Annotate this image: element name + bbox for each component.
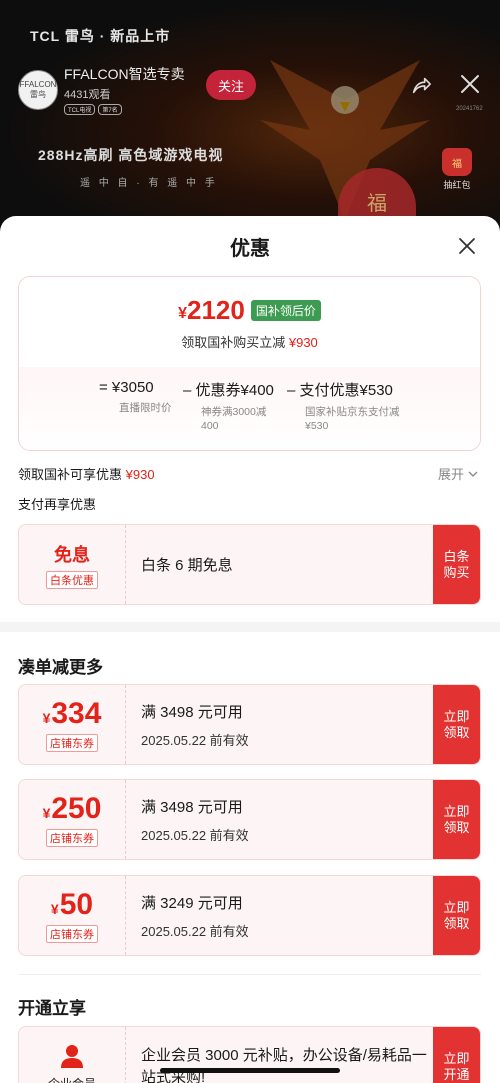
price-summary-card: ¥ 2120 国补领后价 领取国补购买立减 ¥930 = ¥3050 直播限时价… (18, 276, 481, 451)
coupon-tag: 店铺东券 (46, 828, 98, 847)
final-price: 2120 (187, 295, 245, 325)
person-icon (61, 1045, 83, 1068)
redpacket-icon: 福 (442, 148, 472, 176)
coupon-value: 250 (51, 791, 102, 825)
reduce-label: 领取国补购买立减 (181, 335, 286, 350)
reduce-value: ¥930 (288, 335, 318, 350)
coupon-date: 2025.05.22 前有效 (141, 732, 249, 748)
share-icon[interactable] (410, 74, 432, 96)
enterprise-desc: 企业会员 3000 元补贴，办公设备/易耗品一站式采购! (141, 1047, 427, 1083)
coupon-currency: ¥ (50, 900, 59, 917)
coupon-value: 50 (59, 887, 94, 921)
avatar[interactable]: FFALCON 雷鸟 (18, 69, 58, 110)
subsidy-value: ¥930 (125, 467, 155, 482)
sheet-title: 优惠 (230, 238, 270, 260)
price-breakdown: = ¥3050 直播限时价 – 优惠券¥400 神券满3000减400 – 支付… (19, 367, 480, 450)
breakdown-note: 国家补贴京东支付减¥530 (305, 406, 400, 432)
coupon-amount: ¥ 334 (42, 696, 102, 730)
claim-coupon-button[interactable]: 立即领取 (433, 876, 480, 955)
stream-slogan: 288Hz高刷 高色域游戏电视 (38, 147, 224, 163)
coupon-card: ¥ 50 店铺东券 满 3249 元可用 2025.05.22 前有效 立即领取 (18, 875, 481, 956)
claim-coupon-button[interactable]: 立即领取 (433, 780, 480, 859)
breakdown-note: 神券满3000减400 (201, 406, 267, 432)
baitiao-buy-button[interactable]: 白条购买 (433, 525, 480, 604)
coupon-amount: ¥ 50 (50, 887, 94, 921)
host-tag: 第7名 (98, 104, 122, 115)
coupon-tag: 店铺东券 (46, 733, 98, 752)
redpacket-widget[interactable]: 福 抽红包 (440, 148, 474, 191)
coupon-card: ¥ 334 店铺东券 满 3498 元可用 2025.05.22 前有效 立即领… (18, 684, 481, 765)
breakdown-main: – 支付优惠¥530 (287, 382, 393, 399)
breakdown-item: – 支付优惠¥530 国家补贴京东支付减¥530 (287, 379, 477, 433)
host-info[interactable]: FFALCON 雷鸟 FFALCON智选专卖 4431观看 TCL电视 第7名 (18, 64, 185, 115)
avatar-line2: 雷鸟 (30, 89, 46, 99)
coupon-condition: 满 3249 元可用 (141, 894, 243, 912)
host-tag: TCL电视 (64, 104, 96, 115)
coupon-card: ¥ 250 店铺东券 满 3498 元可用 2025.05.22 前有效 立即领… (18, 779, 481, 860)
coupon-value: 334 (51, 696, 102, 730)
stream-id-text: 20241762 (456, 106, 483, 112)
avatar-line1: FFALCON (19, 79, 57, 89)
coupon-date: 2025.05.22 前有效 (141, 827, 249, 843)
redpacket-label: 抽红包 (443, 180, 471, 190)
close-icon[interactable] (458, 72, 482, 96)
enterprise-label: 企业会员 (48, 1075, 96, 1083)
subsidy-line: 领取国补可享优惠 ¥930 (18, 464, 155, 483)
coupon-currency: ¥ (42, 709, 51, 726)
stream-sub-slogan: 遥 中 自 · 有 遥 中 手 (80, 178, 218, 189)
coupon-tag: 店铺东券 (46, 924, 98, 943)
close-icon[interactable] (457, 236, 477, 256)
discount-sheet: 优惠 ¥ 2120 国补领后价 领取国补购买立减 ¥930 = ¥3050 直播… (0, 216, 500, 1083)
price-badge: 国补领后价 (250, 300, 321, 321)
claim-coupon-button[interactable]: 立即领取 (433, 685, 480, 764)
section-divider (0, 622, 500, 632)
live-stream-background: TCL 雷鸟 · 新品上市 FFALCON 雷鸟 FFALCON智选专卖 443… (0, 0, 500, 240)
enterprise-card: 企业会员 企业会员 3000 元补贴，办公设备/易耗品一站式采购! 立即开通 (18, 1026, 481, 1083)
home-indicator (160, 1068, 340, 1073)
breakdown-item: – 优惠券¥400 神券满3000减400 (183, 379, 303, 433)
divider (18, 974, 481, 975)
pay-label: 支付再享优惠 (18, 497, 97, 512)
coupon-amount: ¥ 250 (42, 791, 102, 825)
more-section-title: 凑单减更多 (18, 658, 103, 677)
price-currency: ¥ (178, 304, 188, 322)
coupon-currency: ¥ (42, 804, 51, 821)
coupon-condition: 满 3498 元可用 (141, 703, 243, 721)
host-name: FFALCON智选专卖 (64, 66, 185, 82)
coupon-date: 2025.05.22 前有效 (141, 923, 249, 939)
coupon-condition: 满 3498 元可用 (141, 798, 243, 816)
baitiao-tag: 白条优惠 (46, 570, 98, 589)
chevron-down-icon (468, 471, 478, 477)
reduce-line: 领取国补购买立减 ¥930 (19, 332, 480, 351)
open-membership-button[interactable]: 立即开通 (433, 1027, 480, 1083)
follow-button[interactable]: 关注 (206, 70, 256, 100)
open-section-title: 开通立享 (18, 999, 86, 1018)
baitiao-card: 免息 白条优惠 白条 6 期免息 白条购买 (18, 524, 481, 605)
baitiao-title: 免息 (54, 544, 90, 565)
breakdown-main: – 优惠券¥400 (183, 382, 274, 399)
subsidy-label: 领取国补可享优惠 (18, 467, 123, 482)
baitiao-desc: 白条 6 期免息 (141, 557, 233, 574)
view-count: 4431观看 (64, 89, 111, 101)
expand-toggle[interactable]: 展开 (438, 464, 478, 483)
brand-banner: TCL 雷鸟 · 新品上市 (30, 28, 171, 44)
expand-label: 展开 (438, 467, 465, 482)
